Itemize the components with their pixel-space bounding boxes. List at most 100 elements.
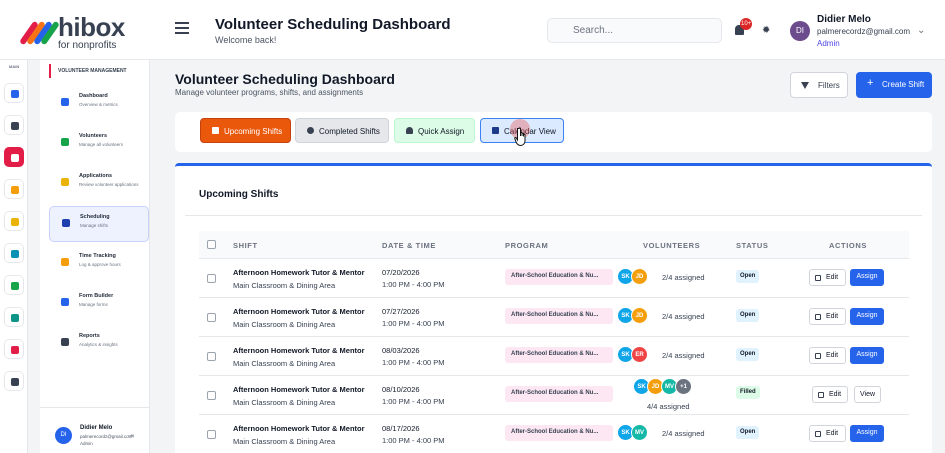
- table-row[interactable]: Afternoon Homework Tutor & Mentor Main Cl…: [199, 415, 909, 453]
- volunteer-avatars: SK JD: [617, 268, 648, 286]
- tab-quick-assign[interactable]: Quick Assign: [394, 118, 475, 143]
- sitemap-icon: [11, 122, 19, 130]
- volunteer-avatar[interactable]: JD: [631, 307, 648, 324]
- edit-button[interactable]: Edit: [809, 425, 846, 442]
- edit-button[interactable]: Edit: [809, 308, 846, 325]
- menu-section-title: VOLUNTEER MANAGEMENT: [49, 64, 149, 78]
- create-shift-button[interactable]: + Create Shift: [856, 72, 932, 98]
- edit-label: Edit: [826, 352, 839, 359]
- column-header-date: DATE & TIME: [382, 241, 436, 250]
- assigned-count: 2/4 assigned: [662, 351, 705, 360]
- volunteer-avatar[interactable]: JD: [631, 268, 648, 285]
- edit-button[interactable]: Edit: [809, 347, 846, 364]
- rail-button-globe[interactable]: [4, 243, 24, 263]
- program-badge: After-School Education & Nu...: [505, 386, 613, 402]
- top-header: hibox for nonprofits Volunteer Schedulin…: [0, 0, 945, 60]
- sidebar-item-reports[interactable]: Reports Analytics & insights: [49, 326, 149, 362]
- volunteer-avatars: SK MV: [617, 424, 648, 442]
- shift-date: 08/03/2026: [382, 346, 420, 355]
- header-title: Volunteer Scheduling Dashboard: [215, 16, 451, 33]
- assign-button[interactable]: Assign: [850, 308, 884, 325]
- edit-button[interactable]: Edit: [812, 386, 848, 403]
- sidebar-item-dashboard[interactable]: Dashboard Overview & metrics: [49, 86, 149, 122]
- edit-label: Edit: [826, 430, 839, 437]
- table-row[interactable]: Afternoon Homework Tutor & Mentor Main Cl…: [199, 298, 909, 337]
- gauge-icon: [61, 98, 69, 106]
- assign-button[interactable]: Assign: [850, 347, 884, 364]
- assigned-count: 2/4 assigned: [662, 312, 705, 321]
- filters-button[interactable]: Filters: [790, 72, 848, 98]
- pie-chart-icon: [11, 346, 19, 354]
- icon-rail: MAIN: [0, 60, 28, 453]
- users-icon: [11, 314, 19, 322]
- book-icon: [11, 186, 19, 194]
- edit-label: Edit: [826, 274, 839, 281]
- shift-date: 08/10/2026: [382, 385, 420, 394]
- sidebar-user-avatar[interactable]: DI: [55, 427, 72, 444]
- rail-button-hands[interactable]: [4, 147, 24, 167]
- volunteer-avatar[interactable]: ER: [631, 346, 648, 363]
- user-email: palmerecordz@gmail.com: [817, 27, 911, 36]
- sidebar-user-card: DI Didier Melo palmerecordz@gmail.com Ad…: [40, 407, 150, 453]
- row-checkbox[interactable]: [207, 391, 216, 400]
- table-row[interactable]: Afternoon Homework Tutor & Mentor Main Cl…: [199, 337, 909, 376]
- row-checkbox[interactable]: [207, 352, 216, 361]
- rail-button-project[interactable]: [4, 275, 24, 295]
- table-row[interactable]: Afternoon Homework Tutor & Mentor Main Cl…: [199, 376, 909, 415]
- shift-time: 1:00 PM - 4:00 PM: [382, 436, 445, 445]
- assign-button[interactable]: Assign: [850, 269, 884, 286]
- filters-label: Filters: [818, 81, 840, 90]
- sidebar-item-scheduling[interactable]: Scheduling Manage shifts: [49, 206, 149, 242]
- rail-section-label: MAIN: [9, 64, 20, 69]
- sidebar-item-subtitle: Manage shifts: [80, 223, 109, 228]
- sidebar-item-form-builder[interactable]: Form Builder Manage forms: [49, 286, 149, 322]
- logo-text: hibox for nonprofits: [58, 14, 125, 51]
- tab-upcoming-shifts[interactable]: Upcoming Shifts: [200, 118, 291, 143]
- select-all-checkbox[interactable]: [207, 240, 216, 249]
- shift-title: Afternoon Homework Tutor & Mentor: [233, 385, 365, 394]
- sidebar-item-time-tracking[interactable]: Time Tracking Log & approve hours: [49, 246, 149, 282]
- edit-label: Edit: [829, 391, 842, 398]
- tab-completed-shifts[interactable]: Completed Shifts: [295, 118, 389, 143]
- sidebar-item-title: Time Tracking: [79, 253, 116, 259]
- rail-button-graduation[interactable]: [4, 211, 24, 231]
- view-button[interactable]: View: [854, 386, 881, 403]
- shift-time: 1:00 PM - 4:00 PM: [382, 319, 445, 328]
- sidebar-item-title: Applications: [79, 173, 113, 179]
- assign-button[interactable]: Assign: [850, 425, 884, 442]
- upcoming-shifts-card: Upcoming Shifts SHIFT DATE & TIME PROGRA…: [175, 163, 932, 453]
- project-icon: [11, 282, 19, 290]
- rail-button-home[interactable]: [4, 83, 24, 103]
- page-subtitle: Manage volunteer programs, shifts, and a…: [175, 88, 364, 97]
- user-avatar[interactable]: DI: [790, 21, 810, 41]
- shift-time: 1:00 PM - 4:00 PM: [382, 397, 445, 406]
- status-badge: Open: [736, 309, 760, 322]
- sidebar-item-title: Dashboard: [79, 93, 108, 99]
- rail-button-book[interactable]: [4, 179, 24, 199]
- chevron-down-icon[interactable]: ⌄: [917, 25, 925, 36]
- sidebar-item-applications[interactable]: Applications Review volunteer application…: [49, 166, 149, 202]
- sidebar-item-title: Scheduling: [80, 214, 110, 220]
- row-checkbox[interactable]: [207, 274, 216, 283]
- logout-icon[interactable]: ⇥: [128, 432, 134, 440]
- hand-cursor-icon: [514, 127, 526, 147]
- volunteer-avatar[interactable]: MV: [631, 424, 648, 441]
- search-input[interactable]: Search...: [547, 18, 722, 43]
- volunteer-avatar[interactable]: +1: [675, 378, 692, 395]
- settings-gear-icon[interactable]: ✹: [762, 26, 770, 36]
- table-row[interactable]: Afternoon Homework Tutor & Mentor Main Cl…: [199, 259, 909, 298]
- sidebar-item-volunteers[interactable]: Volunteers Manage all volunteers: [49, 126, 149, 162]
- rail-button-gear[interactable]: [4, 371, 24, 391]
- table-header: SHIFT DATE & TIME PROGRAM VOLUNTEERS STA…: [199, 231, 909, 259]
- rail-button-pie-chart[interactable]: [4, 339, 24, 359]
- row-checkbox[interactable]: [207, 313, 216, 322]
- rail-button-sitemap[interactable]: [4, 115, 24, 135]
- row-checkbox[interactable]: [207, 430, 216, 439]
- shift-title: Afternoon Homework Tutor & Mentor: [233, 346, 365, 355]
- column-header-shift: SHIFT: [233, 241, 258, 250]
- rail-button-users[interactable]: [4, 307, 24, 327]
- edit-button[interactable]: Edit: [809, 269, 846, 286]
- hamburger-menu-icon[interactable]: [175, 22, 189, 34]
- status-badge: Open: [736, 426, 760, 439]
- brand-logo[interactable]: hibox for nonprofits: [19, 14, 125, 51]
